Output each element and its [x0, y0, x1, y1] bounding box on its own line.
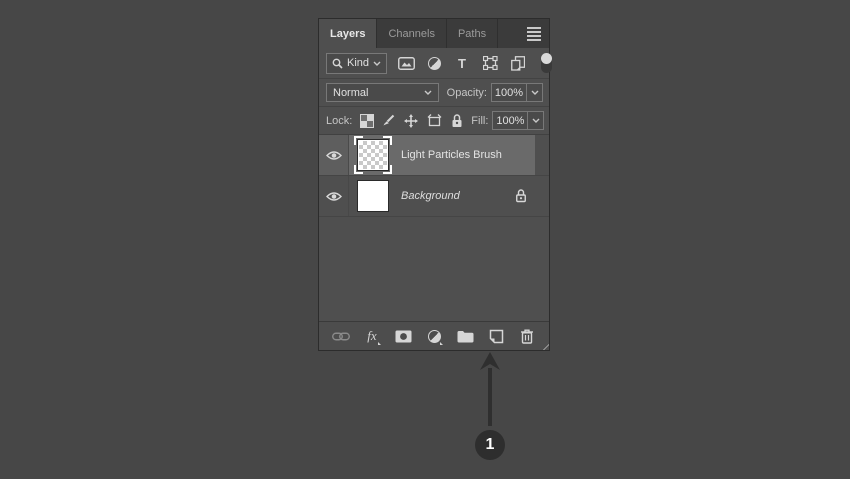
blend-mode-row: Normal Opacity: 100%	[319, 79, 549, 107]
tab-channels[interactable]: Channels	[377, 19, 447, 48]
new-adjustment-layer-button[interactable]	[424, 326, 444, 346]
layer-row-light-particles-brush[interactable]: Light Particles Brush	[319, 135, 549, 176]
white-thumbnail	[357, 180, 389, 212]
fx-icon: fx	[367, 328, 377, 343]
adjustment-layers-filter-icon[interactable]	[423, 53, 445, 73]
layer-row-background[interactable]: Background	[319, 176, 549, 217]
opacity-label: Opacity:	[446, 86, 487, 99]
layer-thumbnail-selected[interactable]	[354, 136, 392, 174]
chevron-down-icon	[373, 61, 381, 66]
panel-resize-grip[interactable]	[541, 342, 549, 350]
eye-icon	[325, 150, 342, 160]
layer-filtering-toggle[interactable]	[535, 52, 557, 73]
lock-position-icon[interactable]	[404, 113, 419, 128]
layer-style-fx-button[interactable]: fx	[362, 326, 382, 346]
lock-row: Lock: Fill: 100%	[319, 107, 549, 135]
visibility-toggle[interactable]	[319, 150, 348, 161]
chevron-down-icon	[424, 90, 432, 95]
transparent-checkerboard-thumbnail	[357, 139, 389, 171]
layer-list: Light Particles Brush Background	[319, 135, 549, 321]
layer-thumbnail[interactable]	[354, 177, 392, 215]
canvas-background: Layers Channels Paths Kind T Normal Opac…	[0, 0, 850, 479]
smart-objects-filter-icon[interactable]	[507, 53, 529, 73]
lock-transparent-pixels-icon[interactable]	[360, 113, 375, 128]
delete-layer-button[interactable]	[517, 326, 537, 346]
annotation-number: 1	[485, 436, 495, 453]
new-layer-icon	[489, 329, 503, 343]
background-lock-icon[interactable]	[515, 189, 527, 203]
type-layers-filter-icon[interactable]: T	[451, 53, 473, 73]
adjustment-layer-icon	[427, 329, 441, 343]
filter-kind-label: Kind	[347, 57, 370, 69]
search-icon	[332, 58, 343, 69]
opacity-value-field[interactable]: 100%	[491, 83, 527, 102]
add-layer-mask-button[interactable]	[393, 326, 413, 346]
blend-mode-dropdown[interactable]: Normal	[326, 83, 439, 102]
shape-layers-filter-icon[interactable]	[479, 53, 501, 73]
panel-bottom-bar: fx	[319, 321, 549, 350]
lock-all-icon[interactable]	[451, 113, 463, 128]
fill-control: 100%	[492, 111, 545, 130]
eye-icon	[325, 191, 342, 201]
filter-kind-dropdown[interactable]: Kind	[326, 52, 388, 74]
opacity-dropdown-button[interactable]	[527, 83, 543, 102]
lock-image-pixels-icon[interactable]	[382, 114, 395, 127]
annotation-arrow	[479, 352, 501, 430]
blend-mode-value: Normal	[333, 86, 369, 99]
tab-bar-spacer	[498, 19, 519, 48]
layer-mask-icon	[395, 330, 411, 342]
adjustment-menu-indicator	[440, 342, 443, 345]
hamburger-menu-icon	[527, 26, 541, 41]
panel-menu-button[interactable]	[519, 19, 549, 48]
layer-list-empty-area	[319, 217, 549, 321]
fill-label: Fill:	[471, 114, 489, 127]
layers-panel: Layers Channels Paths Kind T Normal Opac…	[318, 18, 552, 351]
link-layers-button[interactable]	[331, 326, 351, 346]
lock-icon-group	[360, 113, 463, 128]
filter-icon-group: T	[395, 52, 557, 73]
layer-name[interactable]: Background	[401, 190, 460, 202]
filter-toggle-icon	[540, 52, 552, 73]
new-group-button[interactable]	[455, 326, 475, 346]
pixel-layers-filter-icon[interactable]	[395, 53, 417, 73]
layer-name[interactable]: Light Particles Brush	[401, 149, 502, 161]
fx-menu-indicator	[378, 342, 381, 345]
fill-dropdown-button[interactable]	[528, 111, 545, 130]
filter-row: Kind T	[319, 48, 552, 79]
panel-tab-bar: Layers Channels Paths	[319, 19, 549, 48]
fill-value-field[interactable]: 100%	[492, 111, 529, 130]
trash-icon	[521, 329, 533, 344]
tab-layers[interactable]: Layers	[319, 19, 378, 48]
lock-label: Lock:	[326, 114, 353, 127]
opacity-control: 100%	[491, 83, 543, 102]
lock-artboard-nesting-icon[interactable]	[427, 114, 442, 127]
link-icon	[332, 332, 350, 340]
tab-paths[interactable]: Paths	[447, 19, 499, 48]
visibility-toggle[interactable]	[319, 191, 348, 202]
folder-icon	[457, 330, 473, 342]
annotation-badge: 1	[475, 430, 505, 460]
new-layer-button[interactable]	[486, 326, 506, 346]
